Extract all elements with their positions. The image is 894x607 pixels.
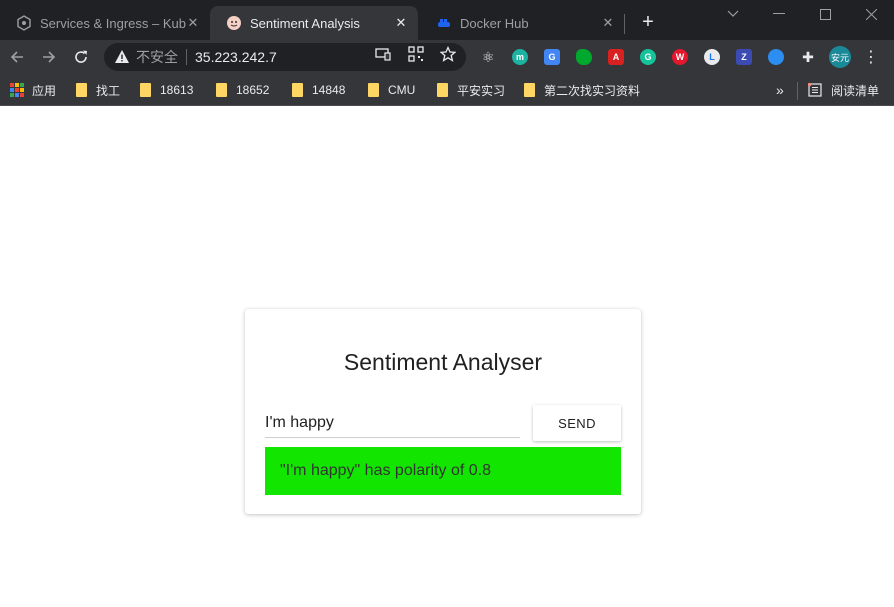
tab-title: Services & Ingress – Kub	[40, 15, 186, 31]
react-devtools-icon[interactable]: ⚛	[480, 49, 496, 65]
sentiment-favicon	[227, 16, 241, 30]
sentiment-card: Sentiment Analyser SEND "I'm happy" has …	[245, 309, 641, 514]
translate-icon[interactable]: G	[544, 49, 560, 65]
reload-icon	[75, 50, 87, 63]
qr-code-icon[interactable]	[408, 46, 424, 62]
cloud-icon[interactable]	[768, 49, 784, 65]
bookmark-folder[interactable]: 18613	[140, 81, 193, 99]
docker-icon	[438, 19, 450, 27]
browser-toolbar: 不安全 35.223.242.7 ⚛ m G A G W L Z ✚ 安元 ⋮	[0, 40, 894, 74]
tab-separator	[624, 14, 625, 34]
kubernetes-icon	[17, 15, 31, 31]
tab-title: Docker Hub	[460, 15, 529, 31]
bookmarks-separator	[797, 82, 798, 100]
apps-grid-icon	[10, 83, 24, 97]
bookmark-label: 14848	[312, 83, 346, 97]
bookmark-label: 18652	[236, 83, 270, 97]
pdf-icon[interactable]: A	[608, 49, 624, 65]
bookmark-folder[interactable]: 平安实习	[437, 81, 505, 99]
close-window-button[interactable]	[848, 0, 894, 28]
page-title: Sentiment Analyser	[343, 349, 543, 375]
tab-search-icon[interactable]	[710, 0, 756, 28]
cast-icon[interactable]	[375, 46, 391, 62]
polarity-result: "I'm happy" has polarity of 0.8	[265, 447, 621, 495]
folder-icon	[524, 83, 535, 97]
bookmark-star-icon[interactable]	[440, 46, 456, 62]
sentence-input[interactable]	[265, 408, 520, 438]
bookmark-apps[interactable]: 应用	[10, 81, 56, 99]
zotero-icon[interactable]: Z	[736, 49, 752, 65]
url-text[interactable]: 35.223.242.7	[195, 49, 277, 65]
m-extension-icon[interactable]: m	[512, 49, 528, 65]
folder-icon	[368, 83, 379, 97]
evernote-icon[interactable]	[576, 49, 592, 65]
grammarly-icon[interactable]: G	[640, 49, 656, 65]
bookmarks-bar: 应用 找工 18613 18652 14848 CMU 平安实习 第二次找实习资…	[0, 74, 894, 106]
reading-list-label: 阅读清单	[831, 83, 880, 98]
close-tab-icon[interactable]: ✕	[392, 14, 410, 32]
new-tab-button[interactable]: +	[636, 10, 660, 34]
reload-button[interactable]	[68, 44, 94, 70]
maximize-button[interactable]	[802, 0, 848, 28]
send-button[interactable]: SEND	[533, 405, 621, 441]
bookmark-folder[interactable]: 找工	[76, 81, 120, 99]
bookmark-label: CMU	[388, 83, 416, 97]
menu-icon[interactable]: ⋮	[862, 48, 880, 66]
clock-icon[interactable]: L	[704, 49, 720, 65]
back-button[interactable]	[4, 44, 30, 70]
page-content: Sentiment Analyser SEND "I'm happy" has …	[0, 107, 894, 607]
tab-title: Sentiment Analysis	[250, 15, 360, 31]
forward-arrow-icon	[43, 51, 56, 63]
puzzle-icon[interactable]: ✚	[800, 49, 816, 65]
forward-button[interactable]	[36, 44, 62, 70]
bookmark-folder[interactable]: 18652	[216, 81, 269, 99]
folder-icon	[140, 83, 151, 97]
folder-icon	[292, 83, 303, 97]
omnibox-divider	[186, 49, 187, 65]
weibo-icon[interactable]: W	[672, 49, 688, 65]
bookmark-folder[interactable]: 第二次找实习资料	[524, 81, 640, 99]
back-arrow-icon	[10, 51, 23, 63]
tab-sentiment-analysis[interactable]: Sentiment Analysis ✕	[210, 6, 418, 40]
folder-icon	[437, 83, 448, 97]
bookmark-label: 第二次找实习资料	[544, 83, 641, 98]
security-status[interactable]: 不安全	[136, 47, 178, 67]
tab-strip: Services & Ingress – Kub ✕ Sentiment Ana…	[0, 0, 894, 40]
tab-docker-hub[interactable]: Docker Hub ✕	[420, 6, 625, 40]
bookmark-folder[interactable]: CMU	[368, 81, 415, 99]
folder-icon	[216, 83, 227, 97]
reading-list-icon	[808, 83, 822, 97]
bookmark-label: 平安实习	[457, 83, 506, 98]
profile-avatar[interactable]: 安元	[829, 46, 851, 68]
close-tab-icon[interactable]: ✕	[599, 14, 617, 32]
minimize-button[interactable]	[756, 0, 802, 28]
bookmark-folder[interactable]: 14848	[292, 81, 345, 99]
tab-services-ingress[interactable]: Services & Ingress – Kub ✕	[0, 6, 210, 40]
more-bookmarks-button[interactable]: »	[776, 82, 784, 98]
bookmark-label: 18613	[160, 83, 194, 97]
bookmark-label: 找工	[96, 83, 121, 98]
bookmark-label: 应用	[32, 83, 57, 98]
warning-icon	[115, 50, 129, 63]
reading-list-button[interactable]: 阅读清单	[808, 81, 879, 99]
folder-icon	[76, 83, 87, 97]
close-tab-icon[interactable]: ✕	[184, 14, 202, 32]
